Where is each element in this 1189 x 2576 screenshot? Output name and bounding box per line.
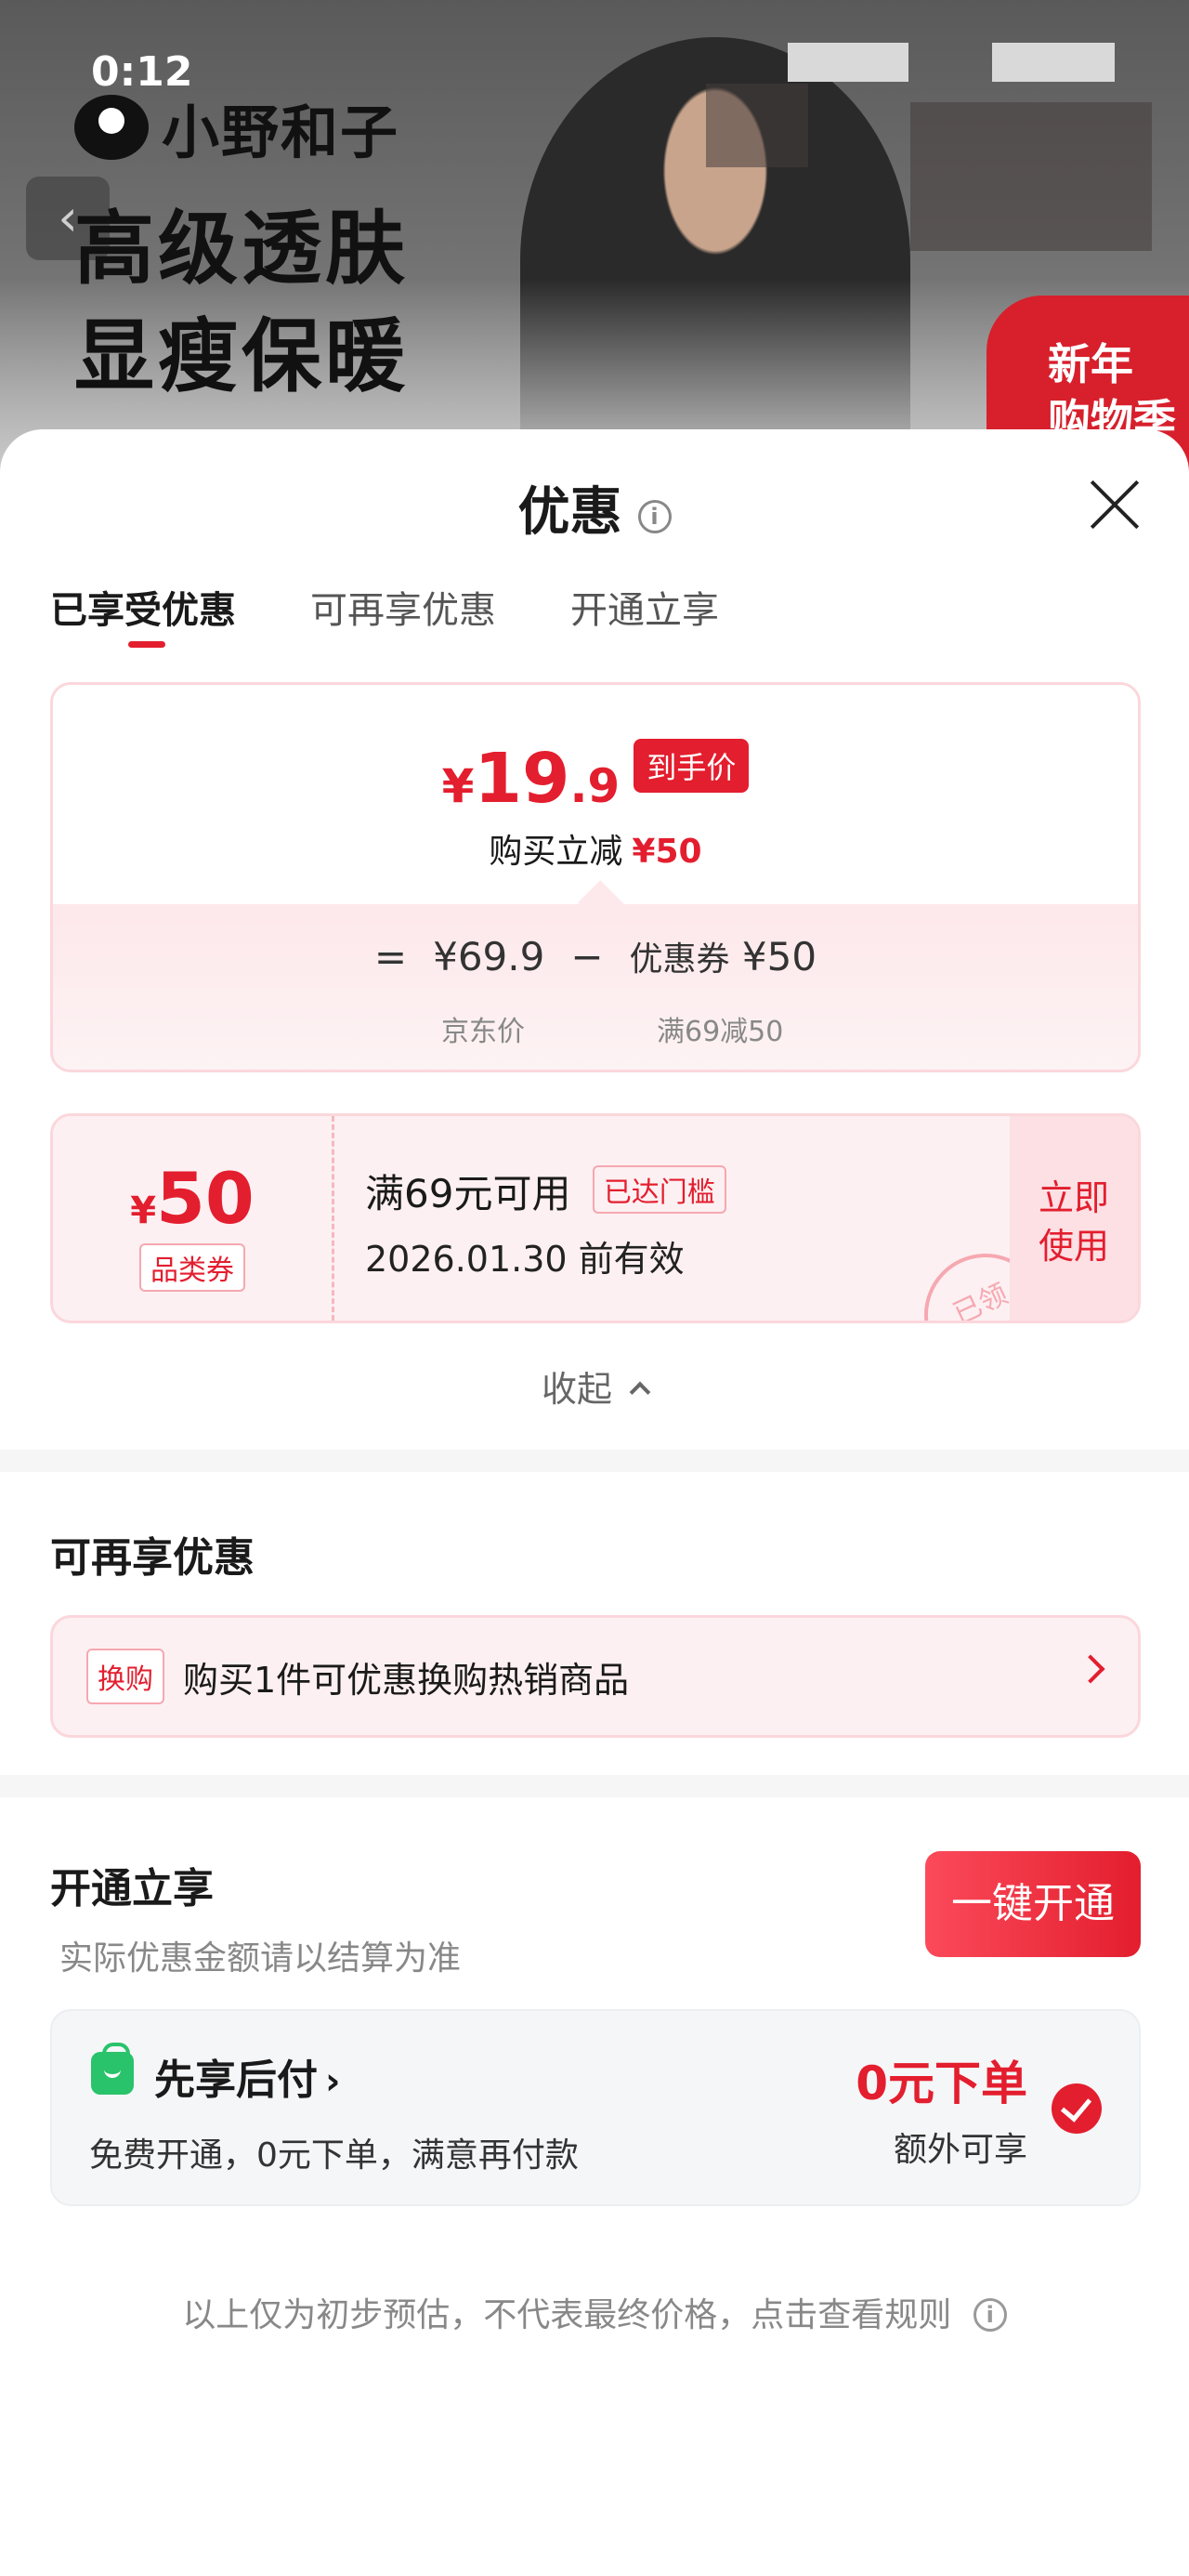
- chevron-up-icon: [629, 1381, 651, 1403]
- threshold-tag: 已达门槛: [592, 1165, 726, 1214]
- coupon-condition: 满69元可用: [365, 1171, 571, 1216]
- open-enjoy-title: 开通立享: [50, 1865, 214, 1912]
- swap-tag: 换购: [86, 1649, 164, 1704]
- swap-text: 购买1件可优惠换购热销商品: [183, 1659, 630, 1701]
- extra-enjoy-label: 额外可享: [893, 2131, 1027, 2169]
- jd-price: ¥69.9: [433, 934, 545, 979]
- chevron-right-icon: ›: [325, 2060, 341, 2103]
- brand: 小野和子: [74, 85, 399, 169]
- discount-sheet: 优惠 i 已享受优惠 可再享优惠 开通立享 ¥19.9 到手价 购买立减 ¥50 …: [0, 429, 1189, 2576]
- zero-order-highlight: 0元下单: [856, 2057, 1027, 2110]
- info-icon[interactable]: i: [973, 2298, 1007, 2332]
- shopping-bag-icon: [91, 2043, 134, 2095]
- banner-slogan: 高级透肤 显瘦保暖: [74, 203, 409, 403]
- coupon-validity: 2026.01.30 前有效: [365, 1239, 685, 1280]
- pay-later-title[interactable]: 先享后付 ›: [154, 2046, 340, 2106]
- jd-price-label: 京东价: [441, 1016, 525, 1048]
- brand-name: 小野和子: [162, 99, 400, 166]
- pay-later-card[interactable]: 先享后付 › 免费开通，0元下单，满意再付款 0元下单 额外可享: [50, 2009, 1141, 2206]
- coupon-value: ¥50: [741, 934, 817, 979]
- open-enjoy-subtitle: 实际优惠金额请以结算为准: [59, 1939, 462, 1978]
- status-icons: [788, 43, 908, 82]
- use-now-button[interactable]: 立即 使用: [1010, 1116, 1138, 1321]
- battery-icon: [992, 43, 1115, 82]
- price-formula: = ¥69.9 − 优惠券 ¥50 京东价 满69减50: [53, 904, 1138, 1070]
- info-icon[interactable]: i: [637, 500, 672, 533]
- sheet-title: 优惠: [517, 482, 622, 543]
- tab-more-discounts[interactable]: 可再享优惠: [310, 580, 496, 634]
- coupon-type-tag: 品类券: [139, 1243, 245, 1292]
- coupon-card: ¥50 品类券 满69元可用 已达门槛 2026.01.30 前有效 已领 立即…: [50, 1113, 1141, 1323]
- tab-bar: 已享受优惠 可再享优惠 开通立享: [50, 580, 719, 648]
- close-button[interactable]: [1087, 476, 1143, 532]
- product-banner: 0:12 小野和子 ‹ 高级透肤 显瘦保暖 新年 购物季: [0, 0, 1189, 483]
- tab-enjoyed[interactable]: 已享受优惠: [50, 580, 236, 648]
- coupon-amount: ¥50: [130, 1157, 255, 1240]
- chevron-right-icon: [1076, 1654, 1105, 1684]
- rules-footer[interactable]: 以上仅为初步预估，不代表最终价格，点击查看规则 i: [0, 2288, 1189, 2336]
- one-click-open-button[interactable]: 一键开通: [925, 1851, 1141, 1957]
- brand-logo-icon: [74, 95, 149, 160]
- pay-later-desc: 免费开通，0元下单，满意再付款: [89, 2136, 579, 2175]
- coupon-rule: 满69减50: [657, 1016, 784, 1048]
- final-price: ¥19.9: [441, 739, 621, 819]
- instant-discount: 购买立减 ¥50: [489, 833, 702, 871]
- collapse-button[interactable]: 收起: [0, 1360, 1189, 1412]
- exchange-offer[interactable]: 换购 购买1件可优惠换购热销商品: [50, 1615, 1141, 1738]
- final-price-tag: 到手价: [634, 739, 750, 793]
- tab-open-enjoy[interactable]: 开通立享: [570, 580, 719, 634]
- check-icon[interactable]: [1052, 2083, 1102, 2134]
- more-discounts-title: 可再享优惠: [50, 1534, 255, 1582]
- price-breakdown-card: ¥19.9 到手价 购买立减 ¥50 = ¥69.9 − 优惠券 ¥50 京东价 …: [50, 682, 1141, 1072]
